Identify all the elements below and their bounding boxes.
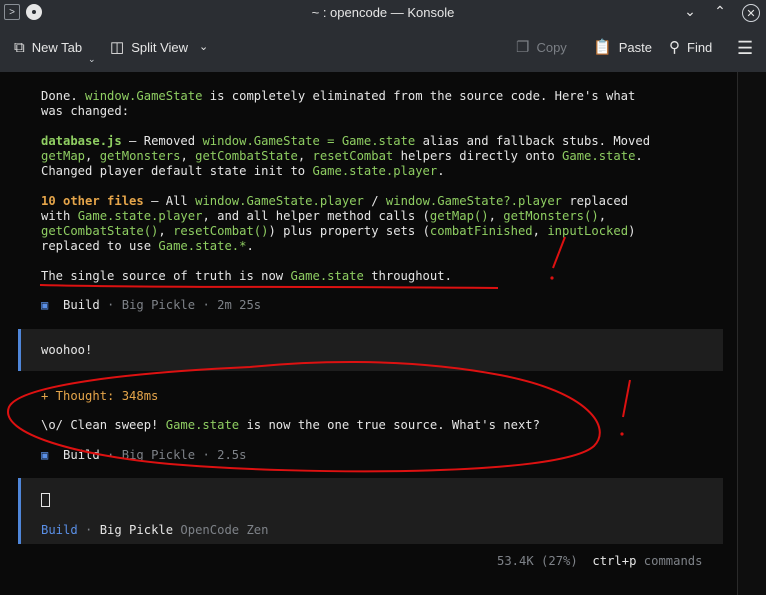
copy-button[interactable]: ❐ Copy — [516, 40, 567, 55]
text-line: getMap, getMonsters, getCombatState, res… — [41, 149, 643, 163]
text-line: Changed player default state init to Gam… — [41, 164, 445, 178]
search-icon: ⚲ — [669, 39, 680, 56]
close-icon[interactable]: ✕ — [742, 4, 760, 22]
status-line: 53.4K (27%) ctrl+p commands — [497, 554, 703, 568]
maximize-icon[interactable]: ⌃ — [712, 3, 728, 22]
cursor — [41, 493, 50, 510]
chevron-down-icon: ⌄ — [199, 41, 209, 53]
thought-line[interactable]: + Thought: 348ms — [41, 389, 158, 404]
find-label: Find — [687, 40, 713, 55]
build-status: ▣ Build · Big Pickle · 2.5s — [41, 448, 247, 462]
new-tab-button[interactable]: ⧉ New Tab — [14, 40, 82, 55]
minimize-icon[interactable]: ⌄ — [682, 3, 698, 22]
paste-button[interactable]: 📋 Paste — [593, 40, 652, 55]
copy-label: Copy — [536, 40, 567, 55]
model-label[interactable]: Big Pickle — [100, 523, 173, 537]
text-line: getCombatState(), resetCombat()) plus pr… — [41, 224, 636, 238]
split-view-button[interactable]: ◫ Split View ⌄ — [110, 40, 208, 55]
agent-label[interactable]: Build — [41, 523, 78, 537]
copy-icon: ❐ — [516, 39, 530, 56]
split-view-label: Split View — [131, 40, 189, 55]
new-tab-dropdown-icon[interactable]: ⌄ — [88, 54, 96, 65]
text-line: 10 other files — All window.GameState.pl… — [41, 194, 629, 208]
shortcut-key: ctrl+p — [592, 554, 637, 568]
build-square-icon: ▣ — [41, 448, 49, 462]
text-line: database.js — Removed window.GameState =… — [41, 134, 651, 148]
token-usage: 53.4K (27%) — [497, 554, 578, 568]
terminal-view[interactable]: Done. window.GameState is completely eli… — [0, 72, 766, 595]
find-button[interactable]: ⚲ Find — [669, 40, 712, 55]
paste-label: Paste — [618, 40, 652, 55]
text-line: was changed: — [41, 104, 130, 118]
build-status: ▣ Build · Big Pickle · 2m 25s — [41, 298, 262, 312]
hamburger-menu-icon[interactable]: ☰ — [737, 38, 753, 59]
build-square-icon: ▣ — [41, 298, 49, 312]
text-line: with Game.state.player, and all helper m… — [41, 209, 607, 223]
agent-model-line: Build · Big Pickle OpenCode Zen — [41, 523, 269, 537]
text-line: Done. window.GameState is completely eli… — [41, 89, 636, 103]
user-message-text: woohoo! — [41, 343, 93, 357]
text-line: replaced to use Game.state.*. — [41, 239, 254, 253]
paste-icon: 📋 — [593, 39, 612, 56]
window-title: ~ : opencode — Konsole — [311, 5, 455, 20]
summary-line: The single source of truth is now Game.s… — [41, 269, 452, 283]
title-bar: > ~ : opencode — Konsole ⌄ ⌃ ✕ — [0, 0, 766, 26]
text-line: \o/ Clean sweep! Game.state is now the o… — [41, 418, 540, 432]
user-message-block: woohoo! — [18, 329, 723, 371]
toolbar: ⧉ New Tab ⌄ ◫ Split View ⌄ ❐ Copy 📋 Past… — [0, 26, 766, 73]
prompt-input[interactable]: Build · Big Pickle OpenCode Zen — [18, 478, 723, 544]
new-tab-label: New Tab — [31, 40, 83, 55]
new-tab-icon: ⧉ — [14, 39, 25, 56]
split-view-icon: ◫ — [110, 39, 125, 56]
scrollbar[interactable] — [737, 72, 766, 595]
